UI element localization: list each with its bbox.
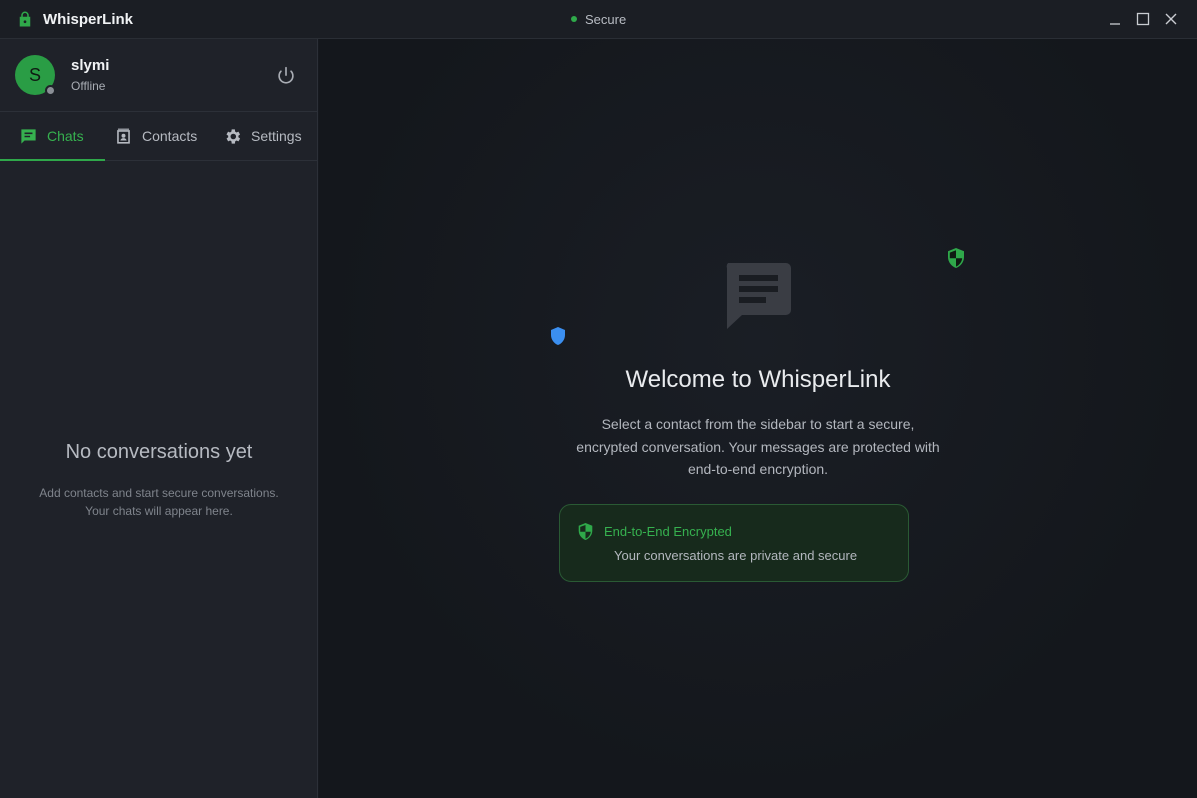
- welcome-title: Welcome to WhisperLink: [625, 366, 891, 393]
- app-title: WhisperLink: [43, 10, 134, 28]
- window-controls: [1101, 0, 1185, 38]
- tab-contacts-label: Contacts: [142, 128, 198, 144]
- tab-settings-label: Settings: [251, 128, 302, 144]
- secure-status: Secure: [571, 0, 626, 38]
- close-button[interactable]: [1157, 5, 1185, 33]
- presence-indicator: [45, 85, 56, 96]
- maximize-button[interactable]: [1129, 5, 1157, 33]
- maximize-icon: [1136, 12, 1150, 26]
- empty-title: No conversations yet: [65, 441, 253, 463]
- encryption-card-title: End-to-End Encrypted: [604, 524, 732, 539]
- power-icon[interactable]: [275, 65, 297, 87]
- sidebar: S slymi Offline Chats Contacts Settings …: [0, 39, 318, 798]
- contact-card-icon: [117, 128, 130, 144]
- tab-chats[interactable]: Chats: [19, 112, 84, 160]
- tab-chats-label: Chats: [47, 128, 84, 144]
- user-status: Offline: [71, 79, 106, 93]
- sidebar-tabs: Chats Contacts Settings: [0, 112, 317, 161]
- gear-icon: [226, 128, 241, 144]
- app-brand: WhisperLink: [0, 10, 133, 28]
- tab-settings[interactable]: Settings: [223, 112, 302, 160]
- chat-icon: [21, 128, 36, 144]
- empty-description-line: Your chats will appear here.: [85, 504, 233, 518]
- close-icon: [1165, 13, 1177, 25]
- chat-bubble-icon: [726, 263, 791, 329]
- welcome-description-line: Select a contact from the sidebar to sta…: [601, 416, 915, 432]
- shield-check-icon: [948, 248, 964, 268]
- avatar[interactable]: S: [15, 55, 56, 96]
- minimize-icon: [1110, 23, 1120, 25]
- title-bar: WhisperLink Secure: [0, 0, 1197, 39]
- encryption-card-description: Your conversations are private and secur…: [614, 548, 858, 563]
- minimize-button[interactable]: [1101, 5, 1129, 33]
- user-profile: S slymi Offline: [0, 39, 317, 112]
- empty-description-line: Add contacts and start secure conversati…: [39, 486, 279, 500]
- empty-description: Add contacts and start secure conversati…: [0, 484, 318, 520]
- avatar-initial: S: [28, 64, 41, 85]
- encryption-card: End-to-End Encrypted Your conversations …: [559, 504, 909, 582]
- shield-icon: [551, 327, 565, 345]
- welcome-description-line: end-to-end encryption.: [687, 461, 829, 477]
- tab-contacts[interactable]: Contacts: [114, 112, 197, 160]
- welcome-description-line: encrypted conversation. Your messages ar…: [576, 438, 940, 455]
- profile-info: slymi Offline: [71, 57, 109, 93]
- welcome-description: Select a contact from the sidebar to sta…: [558, 413, 958, 481]
- main-panel: Welcome to WhisperLink Select a contact …: [319, 39, 1197, 798]
- secure-status-dot: [571, 16, 577, 22]
- secure-status-label: Secure: [585, 11, 627, 27]
- shield-check-icon: [578, 523, 593, 540]
- username: slymi: [71, 57, 110, 74]
- active-tab-indicator: [0, 159, 105, 161]
- empty-conversations: No conversations yet Add contacts and st…: [0, 441, 318, 520]
- lock-icon: [19, 11, 31, 27]
